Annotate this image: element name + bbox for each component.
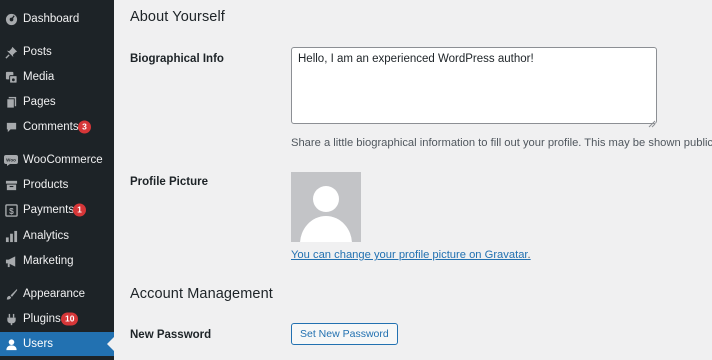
user-icon [4, 337, 18, 351]
plugins-count-badge: 10 [61, 312, 79, 326]
gravatar-link-period: . [527, 249, 531, 261]
sidebar-item-pages[interactable]: Pages [0, 90, 114, 114]
sidebar-item-label: Posts [23, 46, 52, 58]
sidebar-item-analytics[interactable]: Analytics [0, 224, 114, 248]
bar-chart-icon [4, 229, 18, 243]
account-management-heading: Account Management [130, 286, 273, 302]
profile-form: About Yourself Biographical Info Hello, … [114, 0, 712, 360]
biographical-info-description: Share a little biographical information … [291, 137, 712, 149]
media-icon [4, 70, 18, 84]
biographical-info-textarea[interactable]: Hello, I am an experienced WordPress aut… [291, 47, 657, 124]
sidebar-item-media[interactable]: Media [0, 65, 114, 89]
sidebar-item-label: Pages [23, 96, 56, 108]
sidebar-item-label: Users [23, 338, 54, 350]
new-password-label: New Password [130, 329, 212, 341]
sidebar-item-appearance[interactable]: Appearance [0, 282, 114, 306]
sidebar-item-label: Marketing [23, 255, 74, 267]
sidebar-item-label: Dashboard [23, 13, 80, 25]
sidebar-item-label: Media [23, 71, 55, 83]
sidebar-item-label: Comments [23, 121, 79, 133]
sidebar-item-label: Analytics [23, 230, 70, 242]
payments-count-badge: 1 [73, 203, 86, 217]
dashboard-icon [4, 12, 18, 26]
biographical-info-label: Biographical Info [130, 53, 224, 65]
comment-icon [4, 120, 18, 134]
about-yourself-heading: About Yourself [130, 9, 225, 25]
sidebar-item-label: Payments [23, 204, 75, 216]
set-new-password-button[interactable]: Set New Password [291, 323, 398, 345]
sidebar-item-label: Products [23, 179, 69, 191]
gravatar-link-line: You can change your profile picture on G… [291, 249, 531, 261]
sidebar-item-woocommerce[interactable]: Woo WooCommerce [0, 148, 114, 172]
profile-picture-label: Profile Picture [130, 176, 208, 188]
dollar-icon: $ [4, 203, 18, 217]
sidebar-item-comments[interactable]: Comments 3 [0, 115, 114, 139]
pages-icon [4, 95, 18, 109]
sidebar-item-products[interactable]: Products [0, 173, 114, 197]
archive-icon [4, 178, 18, 192]
admin-sidebar: Dashboard Posts Media Pages Comments 3 W… [0, 0, 114, 360]
default-avatar-silhouette-icon [291, 172, 361, 242]
change-profile-picture-link[interactable]: You can change your profile picture on G… [291, 249, 528, 261]
svg-text:Woo: Woo [6, 157, 16, 162]
sidebar-item-posts[interactable]: Posts [0, 40, 114, 64]
svg-text:$: $ [9, 205, 14, 215]
megaphone-icon [4, 254, 18, 268]
woocommerce-icon: Woo [4, 153, 18, 167]
sidebar-item-payments[interactable]: $ Payments 1 [0, 198, 114, 222]
sidebar-item-marketing[interactable]: Marketing [0, 249, 114, 273]
plug-icon [4, 312, 18, 326]
sidebar-item-label: Appearance [23, 288, 86, 300]
resize-handle-icon[interactable] [648, 115, 656, 128]
sidebar-item-dashboard[interactable]: Dashboard [0, 7, 114, 31]
sidebar-item-label: WooCommerce [23, 154, 103, 166]
sidebar-item-users[interactable]: Users [0, 332, 114, 356]
avatar [291, 172, 361, 242]
comments-count-badge: 3 [78, 120, 91, 134]
paintbrush-icon [4, 287, 18, 301]
sidebar-item-label: Plugins [23, 313, 61, 325]
pin-icon [4, 45, 18, 59]
sidebar-item-plugins[interactable]: Plugins 10 [0, 307, 114, 331]
